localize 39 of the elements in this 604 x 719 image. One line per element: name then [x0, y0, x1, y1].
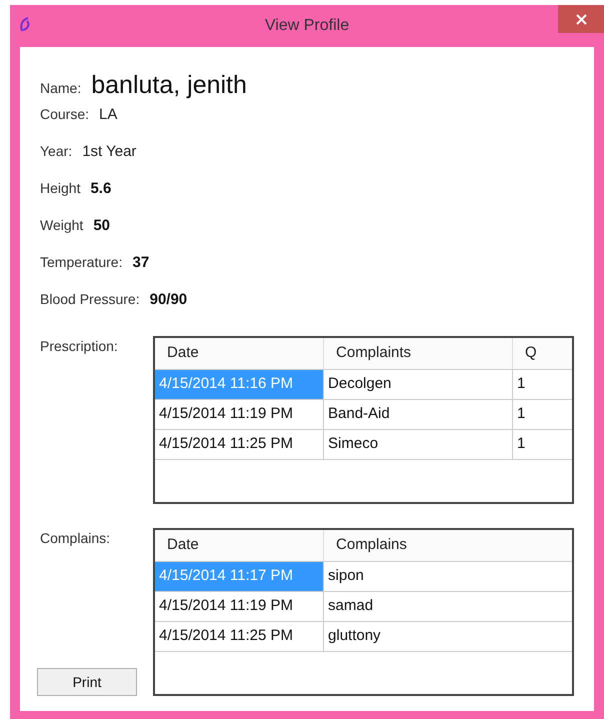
- table-cell[interactable]: 1: [512, 370, 572, 399]
- field-label: Name:: [40, 79, 82, 98]
- table-cell[interactable]: Simeco: [323, 430, 512, 459]
- column-header[interactable]: Date: [155, 338, 324, 369]
- column-header[interactable]: Q: [512, 338, 572, 369]
- window-title: View Profile: [264, 16, 350, 36]
- field-value: 50: [93, 216, 110, 236]
- table-cell[interactable]: sipon: [323, 562, 572, 591]
- column-header[interactable]: Date: [155, 530, 324, 561]
- field-value: 90/90: [150, 290, 188, 310]
- field-label: Course:: [40, 105, 90, 124]
- column-header[interactable]: Complaints: [323, 338, 512, 369]
- close-button[interactable]: [558, 5, 604, 33]
- column-header[interactable]: Complains: [323, 530, 572, 561]
- field-value: banluta, jenith: [91, 70, 247, 101]
- print-button[interactable]: Print: [37, 668, 137, 696]
- field-label: Weight: [40, 216, 84, 235]
- close-icon: [576, 14, 586, 24]
- field-label: Temperature:: [40, 253, 122, 272]
- table-cell[interactable]: Decolgen: [323, 370, 512, 399]
- table-cell[interactable]: 1: [512, 400, 572, 429]
- field-value: 37: [132, 253, 150, 273]
- table-cell[interactable]: 4/15/2014 11:25 PM: [155, 430, 324, 459]
- field-label: Year:: [40, 142, 72, 161]
- field-value: LA: [99, 105, 118, 125]
- section-label: Complains:: [40, 529, 112, 548]
- table-cell[interactable]: 4/15/2014 11:19 PM: [155, 400, 324, 429]
- table-cell[interactable]: 1: [512, 430, 572, 459]
- table-cell[interactable]: 4/15/2014 11:19 PM: [155, 592, 324, 621]
- table-cell[interactable]: samad: [323, 592, 572, 621]
- field-label: Height: [40, 179, 80, 198]
- section-label: Prescription:: [40, 337, 119, 356]
- field-value: 1st Year: [82, 142, 136, 162]
- table-cell[interactable]: Band-Aid: [323, 400, 512, 429]
- table-cell[interactable]: 4/15/2014 11:25 PM: [155, 622, 324, 651]
- table-cell[interactable]: gluttony: [323, 622, 572, 651]
- field-label: Blood Pressure:: [40, 290, 140, 309]
- field-value: 5.6: [90, 179, 112, 199]
- app-icon: [18, 17, 32, 33]
